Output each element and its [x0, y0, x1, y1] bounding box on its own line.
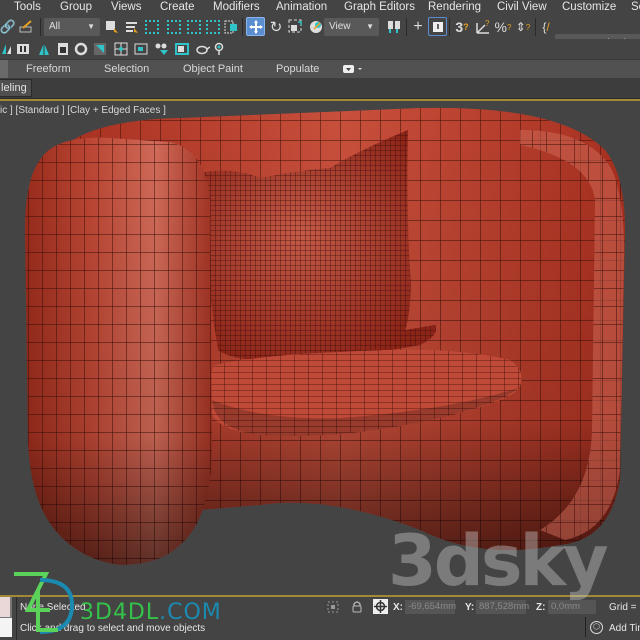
spinner-snap-icon[interactable]: ⇕?	[514, 18, 532, 36]
main-toolbar: 🔗 All ▼ ↻ View ▼ + 3? ? %? ⇕ ? {/	[0, 15, 640, 53]
viewport-label[interactable]: ic ] [Standard ] [Clay + Edged Faces ]	[0, 105, 166, 116]
reference-coord-value: View	[329, 21, 351, 32]
curve-editor-icon[interactable]	[73, 41, 89, 57]
move-icon[interactable]	[246, 17, 265, 36]
x-coordinate-field[interactable]: -69,654mm	[405, 600, 456, 614]
watermark-3d4dl-text: 3D4DL	[80, 600, 160, 625]
reference-coord-dropdown[interactable]: View ▼	[324, 18, 379, 36]
lasso-selection-icon[interactable]	[206, 20, 220, 34]
rotate-icon[interactable]: ↻	[268, 18, 284, 36]
x-label: X:	[393, 602, 403, 613]
menu-create[interactable]: Create	[160, 0, 195, 15]
light-icon[interactable]	[212, 41, 226, 57]
window-selection-icon[interactable]	[167, 20, 181, 34]
render-setup-icon[interactable]	[133, 41, 149, 57]
chevron-down-icon: ▼	[87, 22, 95, 31]
menu-group[interactable]: Group	[60, 0, 92, 15]
z-coordinate-field[interactable]: 0,0mm	[548, 600, 596, 614]
select-by-name-icon[interactable]	[124, 18, 140, 36]
keyboard-shortcut-icon[interactable]	[428, 17, 447, 36]
secondary-toolbar	[0, 39, 640, 59]
scale-icon[interactable]	[287, 18, 305, 36]
menu-customize[interactable]: Customize	[562, 0, 616, 15]
toolbar-separator	[535, 18, 536, 36]
window-crossing-icon[interactable]	[224, 20, 238, 34]
toolbar-separator	[242, 18, 243, 36]
add-time-tag-button[interactable]: Add Tim	[609, 623, 640, 634]
watermark-3d4dl-suffix: .COM	[159, 600, 222, 625]
align-icon[interactable]	[15, 41, 31, 57]
grid-size: Grid = 1	[609, 602, 640, 613]
toolbar-separator	[406, 18, 407, 36]
timeline-marker	[585, 617, 586, 637]
pivot-icon[interactable]	[385, 18, 403, 36]
scene-explorer-icon[interactable]	[55, 41, 71, 57]
menu-views[interactable]: Views	[111, 0, 141, 15]
lock-icon[interactable]	[351, 599, 363, 613]
tab-populate[interactable]: Populate	[276, 60, 319, 78]
rect-selection-icon[interactable]	[145, 20, 159, 34]
snap-3d-icon[interactable]: 3?	[453, 18, 471, 36]
isolate-selection-icon[interactable]	[326, 600, 340, 614]
menu-scripting[interactable]: Sc	[631, 0, 640, 15]
edit-named-selection-icon[interactable]: {/	[538, 18, 554, 36]
percent-snap-icon[interactable]: %?	[494, 18, 512, 36]
toolbar-separator	[40, 18, 41, 36]
selection-filter-value: All	[49, 21, 61, 32]
menu-bar: Tools Group Views Create Modifiers Anima…	[0, 0, 640, 15]
tab-modeling-stub[interactable]	[0, 60, 8, 78]
chair-left-arm	[25, 137, 212, 565]
toolbar-separator	[449, 18, 450, 36]
crossing-selection-icon[interactable]	[187, 20, 201, 34]
menu-civil-view[interactable]: Civil View	[497, 0, 547, 15]
watermark-3d4dl: 3D4DL.COM	[80, 600, 222, 625]
render-icon[interactable]	[174, 41, 190, 57]
angle-snap-icon[interactable]: ?	[474, 18, 492, 36]
ribbon-panel: leling	[0, 78, 640, 99]
layer-icon[interactable]	[37, 41, 51, 57]
material-editor-icon[interactable]	[113, 41, 129, 57]
y-label: Y:	[465, 602, 475, 613]
menu-graph-editors[interactable]: Graph Editors	[344, 0, 415, 15]
time-tag-icon[interactable]: ⬡	[590, 621, 603, 634]
teapot-icon[interactable]	[193, 41, 211, 57]
schematic-icon[interactable]	[92, 41, 108, 57]
tab-object-paint[interactable]: Object Paint	[183, 60, 243, 78]
link-icon[interactable]: 🔗	[0, 18, 16, 36]
ribbon-options-icon[interactable]	[342, 63, 364, 75]
select-object-icon[interactable]	[104, 18, 120, 36]
ribbon-tabs: Freeform Selection Object Paint Populate	[0, 59, 640, 78]
watermark-3dsky: 3dsky	[388, 520, 609, 602]
placement-icon[interactable]	[307, 18, 325, 36]
modeling-panel-tab[interactable]: leling	[0, 79, 32, 97]
tab-selection[interactable]: Selection	[104, 60, 149, 78]
selection-filter-dropdown[interactable]: All ▼	[44, 18, 100, 36]
render-frame-icon[interactable]	[153, 41, 171, 57]
manipulate-icon[interactable]: +	[410, 18, 426, 36]
chevron-down-icon: ▼	[366, 22, 374, 31]
mirror-icon[interactable]	[0, 41, 12, 57]
watermark-3d4dl-logo	[14, 572, 75, 634]
svg-text:?: ?	[485, 19, 490, 28]
menu-tools[interactable]: Tools	[14, 0, 41, 15]
y-coordinate-field[interactable]: 887,528mm	[476, 600, 529, 614]
tab-freeform[interactable]: Freeform	[26, 60, 71, 78]
menu-modifiers[interactable]: Modifiers	[213, 0, 260, 15]
absolute-mode-icon[interactable]	[373, 599, 388, 614]
menu-rendering[interactable]: Rendering	[428, 0, 481, 15]
z-label: Z:	[536, 602, 546, 613]
unlink-bind-icon[interactable]	[18, 18, 34, 36]
menu-animation[interactable]: Animation	[276, 0, 327, 15]
